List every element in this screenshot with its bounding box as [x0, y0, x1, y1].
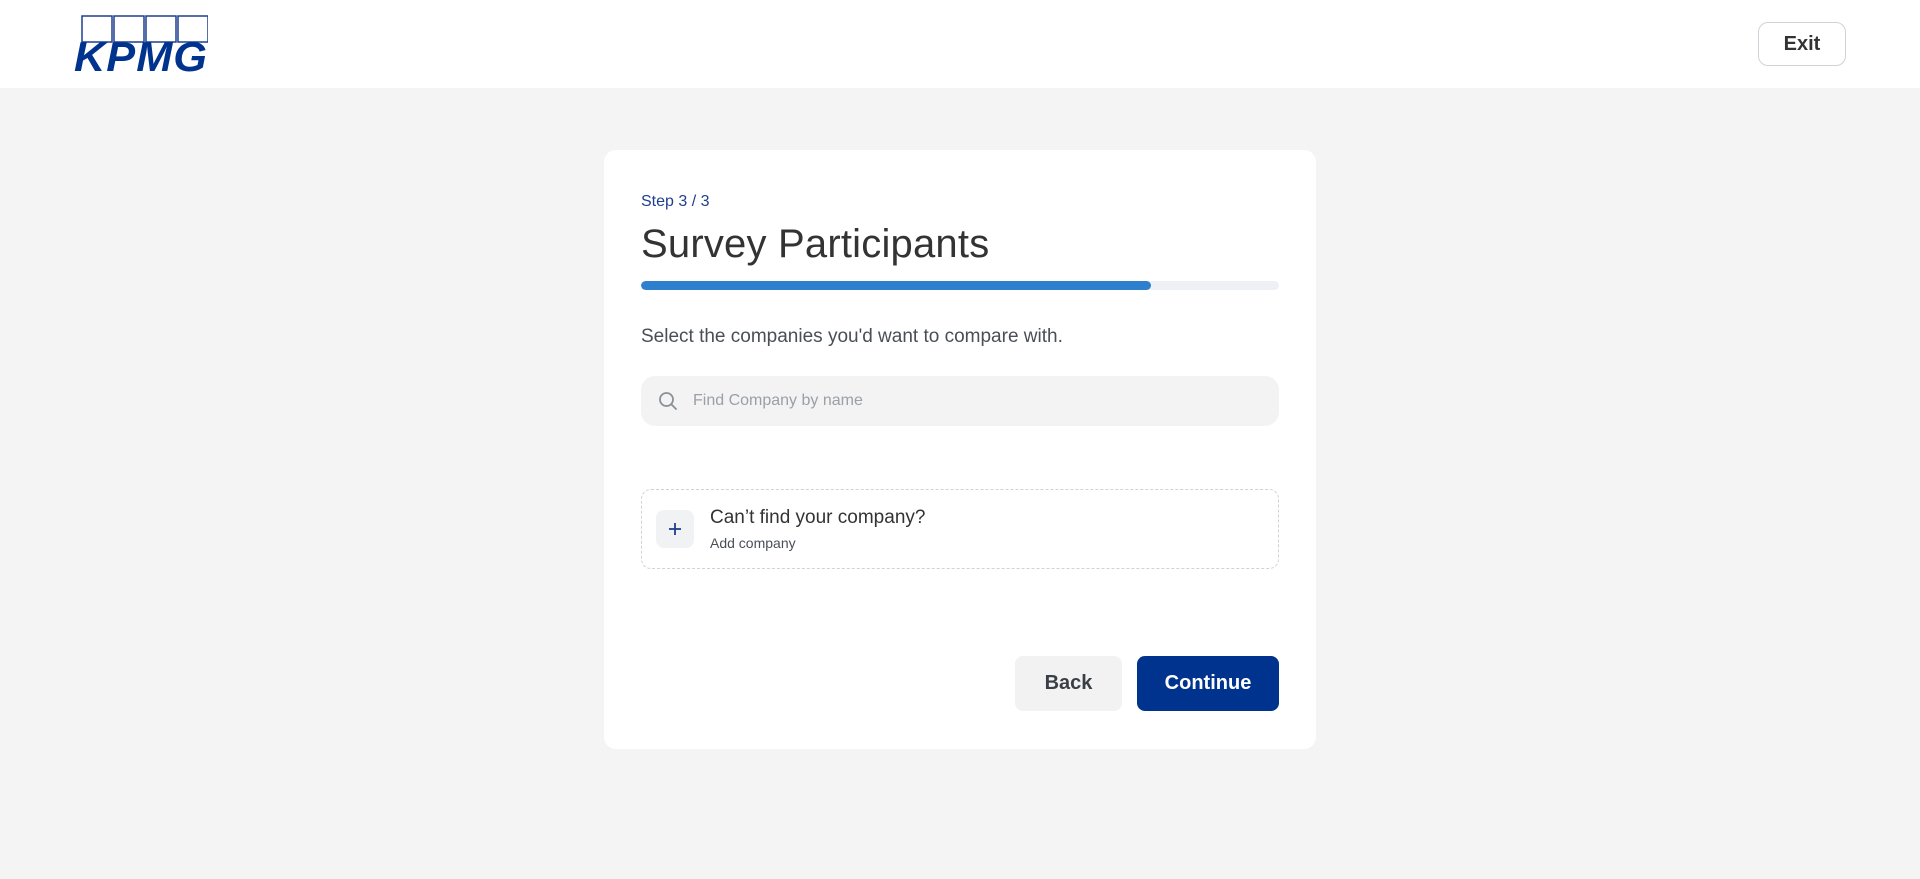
add-company-title: Can’t find your company? — [710, 507, 926, 528]
add-company-link[interactable]: Add company — [710, 535, 925, 551]
top-bar: KPMG Exit — [0, 0, 1920, 88]
kpmg-logo[interactable]: KPMG — [74, 15, 208, 73]
company-search[interactable] — [641, 376, 1279, 426]
add-company-text: Can’t find your company? Add company — [710, 507, 925, 551]
instruction-text: Select the companies you'd want to compa… — [641, 326, 1063, 347]
search-input[interactable] — [693, 381, 1253, 421]
svg-text:KPMG: KPMG — [74, 33, 208, 73]
plus-icon[interactable] — [656, 510, 694, 548]
continue-button[interactable]: Continue — [1137, 656, 1279, 711]
survey-card: Step 3 / 3 Survey Participants Select th… — [604, 150, 1316, 749]
step-indicator: Step 3 / 3 — [641, 193, 710, 210]
back-button[interactable]: Back — [1015, 656, 1122, 711]
page-title: Survey Participants — [641, 222, 990, 266]
exit-button[interactable]: Exit — [1758, 22, 1846, 66]
search-icon — [657, 390, 679, 412]
progress-bar — [641, 281, 1279, 290]
progress-fill — [641, 281, 1152, 290]
add-company-card[interactable]: Can’t find your company? Add company — [641, 489, 1279, 569]
